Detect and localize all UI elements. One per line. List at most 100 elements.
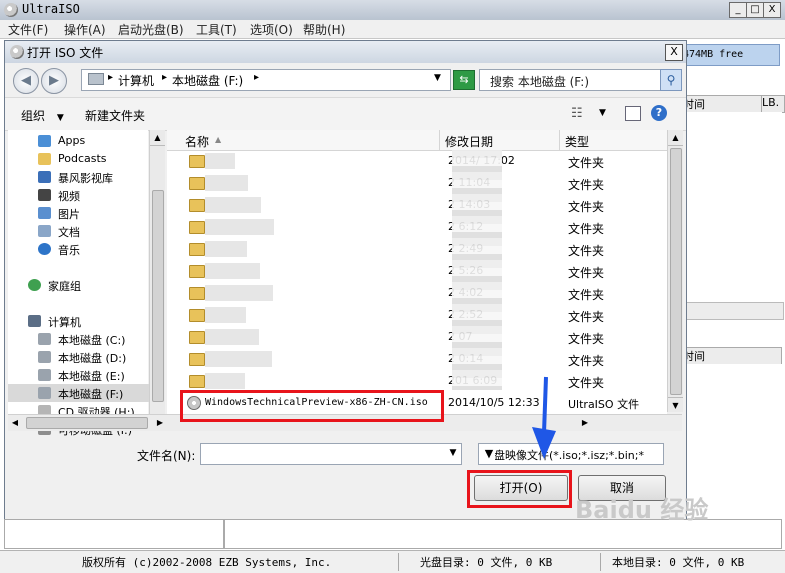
table-row[interactable]: 2 4:02文件夹 [167,282,669,304]
nav-item[interactable]: 计算机 [8,312,150,330]
arrow-right-icon: ▶ [49,73,59,88]
nav-item[interactable]: 文档 [8,222,150,240]
blurred-dates [452,150,502,390]
breadcrumb-drive-f[interactable]: 本地磁盘 (F:) [172,72,243,89]
chevron-down-icon[interactable]: ▼ [483,447,495,461]
menu-tools[interactable]: 工具(T) [196,21,237,38]
table-row[interactable]: 2 6:12文件夹 [167,216,669,238]
right-upper-col-lb[interactable]: LB. [761,95,785,113]
scroll-right-icon[interactable]: ▶ [153,415,167,431]
view-dropdown-icon[interactable]: ▼ [599,108,606,118]
drive-icon [38,333,51,345]
col-name[interactable]: 名称 [185,133,209,150]
folder-icon [189,309,205,322]
nav-scrollbar[interactable]: ▲ ▼ [149,130,165,430]
menu-boot[interactable]: 启动光盘(B) [118,21,184,38]
table-row[interactable]: 2 2:49文件夹 [167,238,669,260]
preview-pane-icon[interactable] [625,106,641,121]
status-divider [600,553,601,571]
back-button[interactable]: ◀ [13,68,39,94]
right-upper-col-time[interactable]: 时间 [682,95,762,113]
col-divider[interactable] [559,130,560,150]
search-input[interactable]: 搜索 本地磁盘 (F:) [479,69,661,91]
nav-item[interactable]: 家庭组 [8,276,150,294]
scroll-up-icon[interactable]: ▲ [668,130,683,146]
nav-item-label: 本地磁盘 (E:) [58,370,125,383]
filename-input[interactable]: ▼ [200,443,462,465]
help-icon[interactable]: ? [651,105,667,121]
breadcrumb-arrow-icon: ▸ [108,72,114,83]
right-lower-col-time[interactable]: 时间 [682,347,782,365]
app-close-button[interactable]: X [763,2,781,18]
chevron-down-icon[interactable]: ▼ [447,446,459,460]
table-row[interactable]: 2 2:52文件夹 [167,304,669,326]
hscroll-thumb[interactable] [26,417,148,429]
sort-asc-icon: ▲ [215,135,222,144]
free-space-indicator: 474MB free [682,44,780,66]
forward-button[interactable]: ▶ [41,68,67,94]
table-row[interactable]: 2 11:04文件夹 [167,172,669,194]
blurred-name [205,307,246,323]
table-row[interactable]: 2 5:26文件夹 [167,260,669,282]
organize-button[interactable]: 组织 ▼ [21,107,64,124]
nav-item[interactable]: 本地磁盘 (C:) [8,330,150,348]
scroll-down-icon[interactable]: ▼ [668,397,683,413]
table-row[interactable]: 2014/ 17:02文件夹 [167,150,669,172]
highlight-iso-file [180,390,444,422]
view-options-icon[interactable]: ☷ [571,106,583,121]
nav-item[interactable]: 视频 [8,186,150,204]
breadcrumb-arrow-icon: ▸ [254,72,260,83]
filename-label: 文件名(N): [137,449,196,463]
col-divider[interactable] [439,130,440,150]
table-row[interactable]: 2 07文件夹 [167,326,669,348]
status-copyright: 版权所有 (c)2002-2008 EZB Systems, Inc. [82,556,332,569]
scroll-up-icon[interactable]: ▲ [150,130,165,146]
nav-item[interactable]: Podcasts [8,150,150,168]
app-title: UltraISO [22,2,80,16]
nav-item[interactable]: 暴风影视库 [8,168,150,186]
computer-small-icon [88,73,104,85]
nav-item-label: 暴风影视库 [58,172,113,185]
nav-item[interactable]: 音乐 [8,240,150,258]
table-row[interactable]: 2 14:03文件夹 [167,194,669,216]
refresh-button[interactable]: ⇆ [453,70,475,90]
menu-action[interactable]: 操作(A) [64,21,106,38]
nav-item[interactable]: 图片 [8,204,150,222]
scroll-right-icon[interactable]: ▶ [578,415,592,431]
free-space-text: 474MB free [683,49,744,60]
app-titlebar: UltraISO _ □ X [0,0,785,21]
right-upper-hscroll[interactable] [682,302,784,320]
address-dropdown-icon[interactable]: ▼ [434,73,441,83]
file-scrollbar[interactable]: ▲ ▼ [667,130,683,412]
minimize-button[interactable]: _ [729,2,747,18]
dialog-close-button[interactable]: X [665,44,683,61]
col-modified[interactable]: 修改日期 [445,133,493,150]
nav-scroll-thumb[interactable] [152,190,164,402]
restore-button[interactable]: □ [746,2,764,18]
filetype-select[interactable]: 光盘映像文件(*.iso;*.isz;*.bin;* ▼ [478,443,664,465]
new-folder-button[interactable]: 新建文件夹 [85,107,145,124]
apps-icon [38,135,51,147]
row-type: 文件夹 [568,156,605,170]
menu-options[interactable]: 选项(O) [250,21,293,38]
nav-item[interactable]: 本地磁盘 (D:) [8,348,150,366]
table-row[interactable]: 2 0:14文件夹 [167,348,669,370]
menu-help[interactable]: 帮助(H) [303,21,345,38]
table-row[interactable]: 201 6:09文件夹 [167,370,669,392]
nav-item-label: Podcasts [58,152,107,165]
nav-item-label: 本地磁盘 (C:) [58,334,126,347]
nav-item[interactable]: Apps [8,132,150,150]
nav-item[interactable]: 本地磁盘 (F:) [8,384,150,402]
dialog-logo-icon [10,45,24,59]
nav-item[interactable]: 本地磁盘 (E:) [8,366,150,384]
address-bar[interactable]: ▸ 计算机 ▸ 本地磁盘 (F:) ▸ ▼ [81,69,451,91]
folder-icon [189,155,205,168]
search-button[interactable]: ⚲ [660,69,682,91]
open-button[interactable]: 打开(O) [474,475,568,501]
menu-file[interactable]: 文件(F) [8,21,48,38]
col-type[interactable]: 类型 [565,133,589,150]
breadcrumb-computer[interactable]: 计算机 [118,72,154,89]
scroll-left-icon[interactable]: ◀ [8,415,22,431]
file-scroll-thumb[interactable] [670,148,682,395]
row-type: 文件夹 [568,222,605,236]
